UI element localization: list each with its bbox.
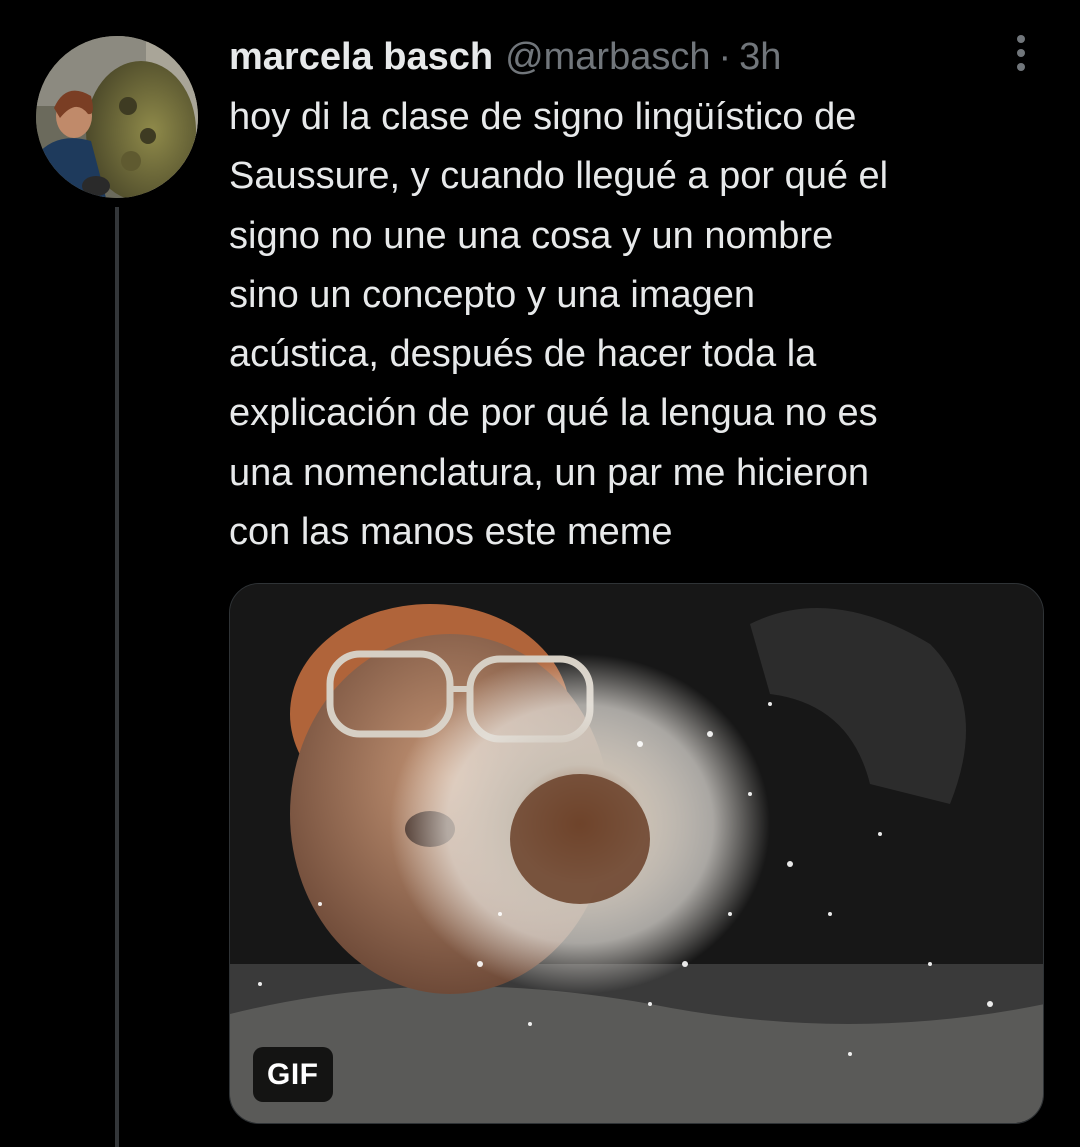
gif-badge: GIF	[253, 1047, 333, 1102]
gif-media[interactable]: GIF	[229, 583, 1044, 1124]
dot-2	[1017, 49, 1025, 57]
separator-dot: ·	[718, 35, 732, 78]
user-handle[interactable]: @marbasch	[505, 36, 710, 79]
dot-3	[1017, 63, 1025, 71]
tweet-text: hoy di la clase de signo lingüístico de …	[229, 96, 889, 554]
timestamp[interactable]: 3h	[739, 36, 781, 79]
display-name[interactable]: marcela basch	[229, 36, 493, 79]
more-dots-icon[interactable]	[1004, 33, 1038, 73]
tweet-header: marcela basch @marbasch · 3h	[229, 30, 781, 84]
dot-1	[1017, 35, 1025, 43]
avatar[interactable]	[36, 36, 198, 198]
thread-line	[115, 207, 119, 1147]
tweet[interactable]: marcela basch @marbasch · 3h hoy di la c…	[0, 0, 1080, 1147]
